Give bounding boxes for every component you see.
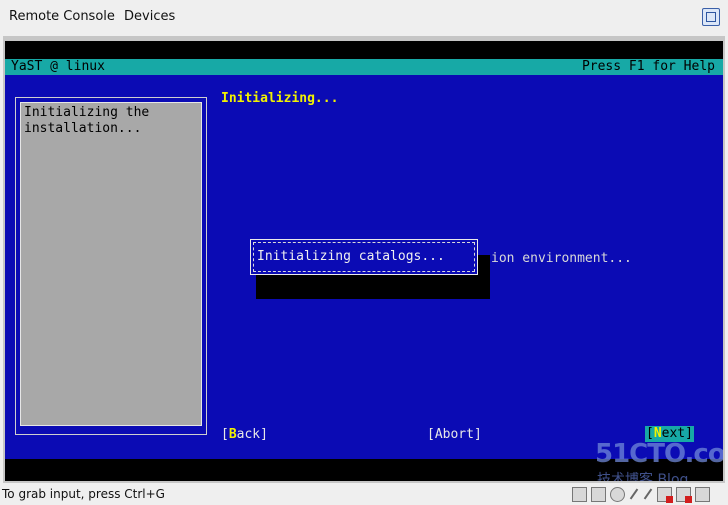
floppy-icon[interactable] — [591, 487, 606, 502]
popup-message: Initializing catalogs... — [257, 249, 445, 264]
remote-console-screen[interactable]: YaST @ linux Press F1 for Help Initializ… — [5, 41, 723, 481]
abort-button[interactable]: [Abort] — [427, 427, 482, 442]
device-tray — [572, 487, 710, 503]
yast-main-area: Initializing the installation... Initial… — [5, 75, 723, 459]
network-icon[interactable] — [643, 487, 653, 502]
menu-remote-console[interactable]: Remote Console — [9, 9, 115, 24]
step-heading: Initializing... — [221, 91, 339, 106]
usb-icon[interactable] — [629, 487, 639, 502]
menu-devices[interactable]: Devices — [124, 9, 175, 24]
watermark-sub: 技术博客 Blog — [597, 472, 689, 481]
help-text: Initializing the installation... — [24, 105, 150, 136]
watermark-logo: 51CTO.com — [595, 439, 723, 469]
fullscreen-icon[interactable] — [702, 8, 720, 26]
mouse-integration-icon[interactable] — [695, 487, 710, 502]
cd-icon[interactable] — [610, 487, 625, 502]
shared-folder-icon[interactable] — [657, 487, 673, 503]
help-panel: Initializing the installation... — [15, 97, 207, 435]
status-bar: To grab input, press Ctrl+G — [0, 485, 728, 505]
help-hint: Press F1 for Help — [581, 59, 715, 74]
grab-input-hint: To grab input, press Ctrl+G — [2, 487, 165, 501]
yast-title-bar: YaST @ linux Press F1 for Help — [5, 59, 723, 75]
menu-bar: Remote Console Devices — [0, 0, 728, 36]
help-panel-inner: Initializing the installation... — [20, 102, 202, 426]
back-button[interactable]: [Back] — [221, 427, 268, 442]
progress-popup: Initializing catalogs... — [250, 239, 478, 275]
display-icon[interactable] — [676, 487, 692, 503]
yast-title: YaST @ linux — [11, 59, 105, 74]
hard-disk-icon[interactable] — [572, 487, 587, 502]
background-status-text: ion environment... — [491, 251, 632, 266]
